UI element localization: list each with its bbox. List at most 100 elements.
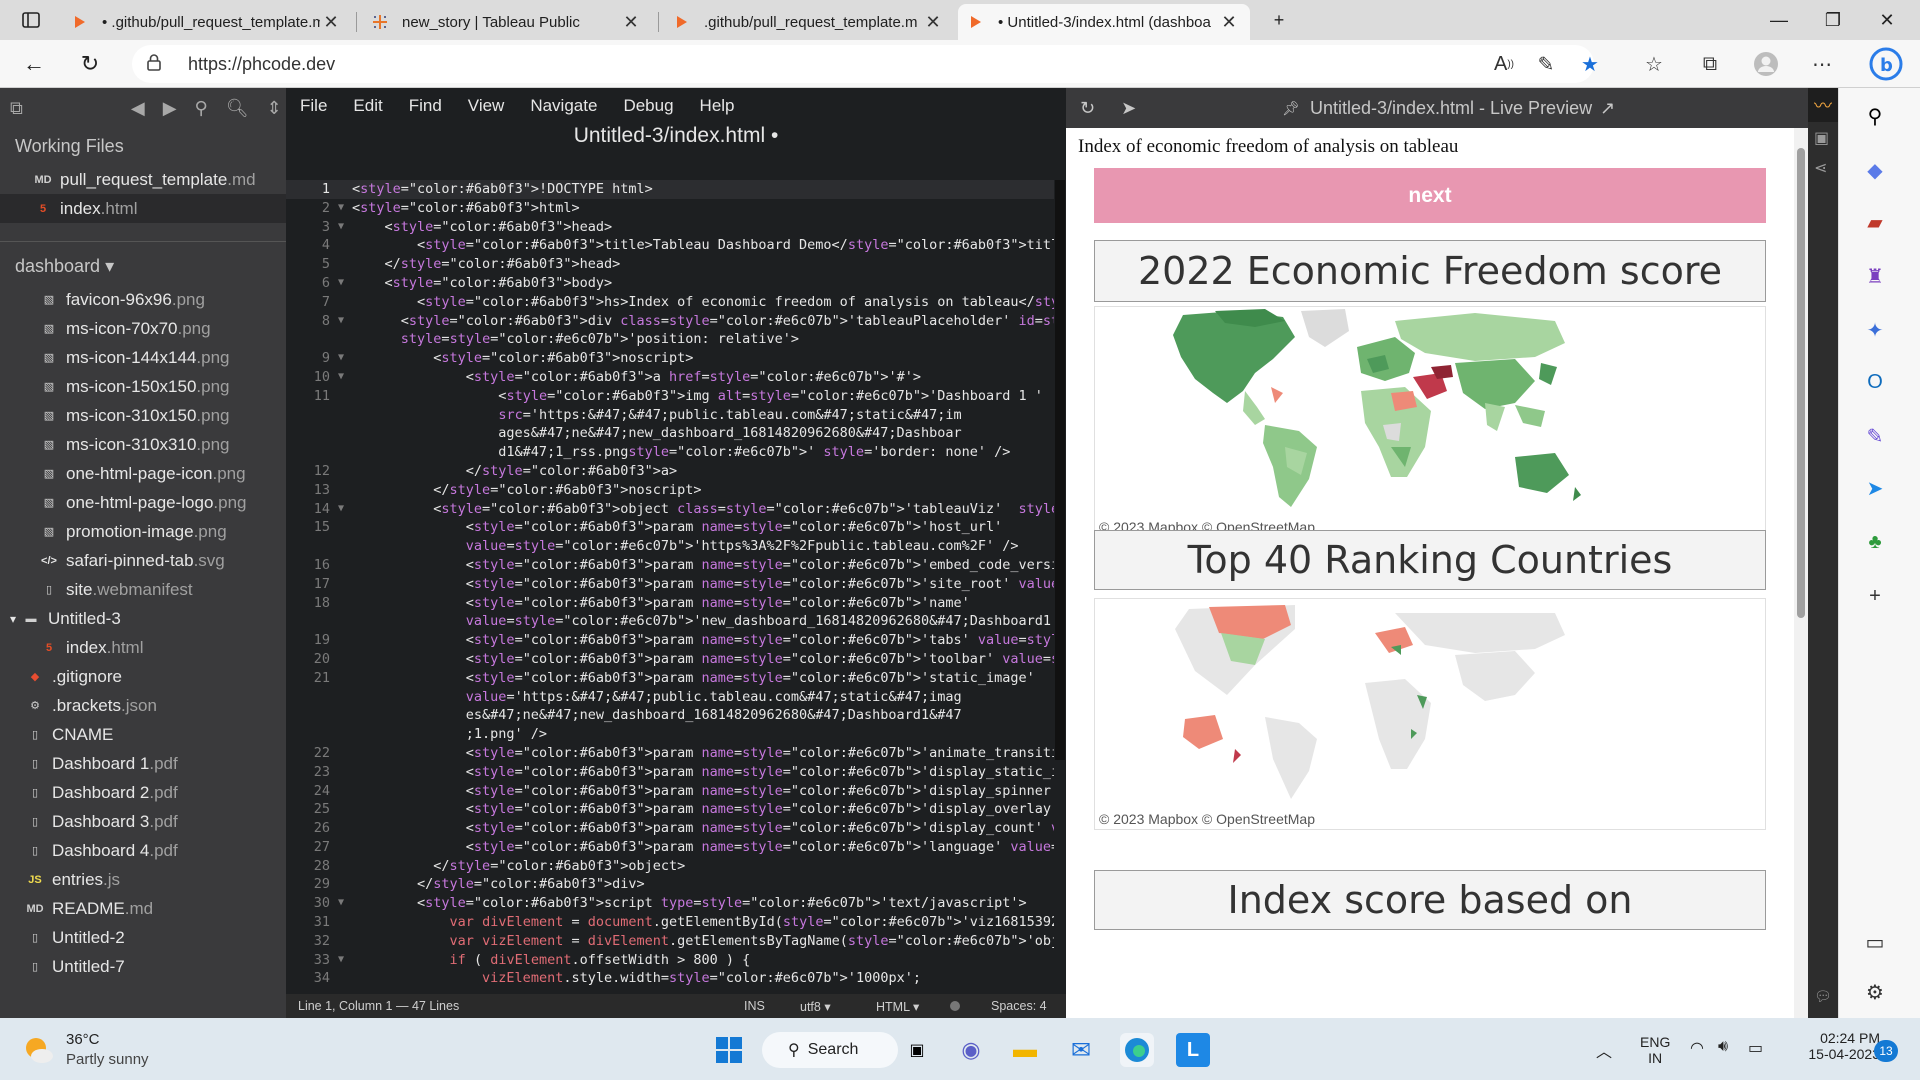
file-item[interactable]: ▯ Untitled-7 bbox=[0, 952, 286, 981]
code-line[interactable]: value=style="color:#e6c07b">'https%3A%2F… bbox=[286, 537, 1054, 556]
profile-avatar-icon[interactable] bbox=[1750, 48, 1782, 80]
file-item[interactable]: 5 index .html bbox=[0, 194, 286, 223]
file-item[interactable]: MD pull_request_template .md bbox=[0, 165, 286, 194]
code-line[interactable]: 25 <style="color:#6ab0f3">param name=sty… bbox=[286, 800, 1054, 819]
code-line[interactable]: 33 ▼ if ( divElement.offsetWidth > 800 ) … bbox=[286, 951, 1054, 970]
edge-tag-icon[interactable]: ◆ bbox=[1861, 156, 1889, 184]
new-tab-icon[interactable]: + bbox=[1252, 0, 1306, 40]
code-line[interactable]: 3 ▼ <style="color:#6ab0f3">head> bbox=[286, 218, 1054, 237]
file-item[interactable]: ▯ CNAME bbox=[0, 720, 286, 749]
menu-file[interactable]: File bbox=[300, 96, 327, 116]
preview-scrollbar[interactable] bbox=[1794, 128, 1808, 1018]
file-item[interactable]: 5 index .html bbox=[0, 633, 286, 662]
code-line[interactable]: 20 <style="color:#6ab0f3">param name=sty… bbox=[286, 650, 1054, 669]
file-item[interactable]: ⚙ .brackets .json bbox=[0, 691, 286, 720]
restore-icon[interactable]: ❐ bbox=[1806, 0, 1860, 40]
code-line[interactable]: 1 <style="color:#6ab0f3">!DOCTYPE html> bbox=[286, 180, 1054, 199]
code-line[interactable]: 27 <style="color:#6ab0f3">param name=sty… bbox=[286, 838, 1054, 857]
more-options-icon[interactable]: ⋯ bbox=[1806, 48, 1838, 80]
favorites-icon[interactable]: ☆ bbox=[1638, 48, 1670, 80]
code-line[interactable]: 5 </style="color:#6ab0f3">head> bbox=[286, 255, 1054, 274]
app-l-icon[interactable]: L bbox=[1176, 1033, 1210, 1067]
file-item[interactable]: JS entries .js bbox=[0, 865, 286, 894]
reload-preview-icon[interactable]: ↻ bbox=[1080, 98, 1095, 119]
edge-send-icon[interactable]: ➤ bbox=[1861, 474, 1889, 502]
open-folder-icon[interactable]: ⧉ bbox=[10, 98, 23, 119]
code-line[interactable]: src='https:&#47;&#47;public.tableau.com&… bbox=[286, 406, 1054, 425]
file-item[interactable]: ▾ ▬ Untitled-3 bbox=[0, 604, 286, 633]
edge-outlook-icon[interactable]: O bbox=[1861, 368, 1889, 396]
file-item[interactable]: ▯ Dashboard 3 .pdf bbox=[0, 807, 286, 836]
close-tab-icon[interactable]: ✕ bbox=[320, 12, 342, 33]
fold-toggle-icon[interactable]: ▼ bbox=[338, 894, 352, 913]
file-item[interactable]: ▧ one-html-page-icon .png bbox=[0, 459, 286, 488]
code-line[interactable]: 24 <style="color:#6ab0f3">param name=sty… bbox=[286, 782, 1054, 801]
code-line[interactable]: 4 <style="color:#6ab0f3">title>Tableau D… bbox=[286, 236, 1054, 255]
file-item[interactable]: ▧ one-html-page-logo .png bbox=[0, 488, 286, 517]
code-line[interactable]: 13 </style="color:#6ab0f3">noscript> bbox=[286, 481, 1054, 500]
code-line[interactable]: 16 <style="color:#6ab0f3">param name=sty… bbox=[286, 556, 1054, 575]
file-item[interactable]: ▧ promotion-image .png bbox=[0, 517, 286, 546]
code-line[interactable]: 9 ▼ <style="color:#6ab0f3">noscript> bbox=[286, 349, 1054, 368]
code-line[interactable]: ages&#47;ne&#47;new_dashboard_1681482096… bbox=[286, 424, 1054, 443]
code-line[interactable]: 2 ▼ <style="color:#6ab0f3">html> bbox=[286, 199, 1054, 218]
favorite-star-icon[interactable]: ★ bbox=[1574, 48, 1606, 80]
minimize-icon[interactable]: — bbox=[1752, 0, 1806, 40]
notification-badge[interactable]: 13 bbox=[1874, 1040, 1898, 1062]
url-field[interactable]: https://phcode.dev bbox=[132, 45, 1594, 83]
menu-debug[interactable]: Debug bbox=[623, 96, 673, 116]
close-window-icon[interactable]: ✕ bbox=[1860, 0, 1914, 40]
lint-status-icon[interactable] bbox=[950, 1001, 960, 1011]
open-external-icon[interactable]: ↗ bbox=[1600, 98, 1615, 119]
editor-scrollbar[interactable] bbox=[1054, 180, 1066, 994]
encoding-select[interactable]: utf8 ▾ bbox=[800, 999, 831, 1014]
menu-navigate[interactable]: Navigate bbox=[530, 96, 597, 116]
file-item[interactable]: ▯ Dashboard 1 .pdf bbox=[0, 749, 286, 778]
code-line[interactable]: d1&#47;1_rss.pngstyle="color:#e6c07b">' … bbox=[286, 443, 1054, 462]
code-line[interactable]: 31 var divElement = document.getElementB… bbox=[286, 913, 1054, 932]
code-line[interactable]: 26 <style="color:#6ab0f3">param name=sty… bbox=[286, 819, 1054, 838]
edge-settings-icon[interactable]: ⚙ bbox=[1861, 978, 1889, 1006]
edge-designer-icon[interactable]: ✎ bbox=[1861, 422, 1889, 450]
task-view-icon[interactable]: ▣ bbox=[900, 1033, 934, 1067]
split-view-icon[interactable]: ⇕ bbox=[267, 98, 282, 119]
file-item[interactable]: ▧ ms-icon-310x310 .png bbox=[0, 430, 286, 459]
menu-help[interactable]: Help bbox=[700, 96, 735, 116]
code-line[interactable]: 17 <style="color:#6ab0f3">param name=sty… bbox=[286, 575, 1054, 594]
menu-edit[interactable]: Edit bbox=[353, 96, 382, 116]
code-line[interactable]: 14 ▼ <style="color:#6ab0f3">object class=… bbox=[286, 500, 1054, 519]
file-item[interactable]: ◆ .gitignore bbox=[0, 662, 286, 691]
edge-tree-icon[interactable]: ♣ bbox=[1861, 528, 1889, 556]
back-icon[interactable]: ← bbox=[16, 46, 52, 82]
fold-toggle-icon[interactable]: ▼ bbox=[338, 312, 352, 331]
file-item[interactable]: ▧ ms-icon-70x70 .png bbox=[0, 314, 286, 343]
economic-freedom-map[interactable]: © 2023 Mapbox © OpenStreetMap bbox=[1094, 306, 1766, 538]
code-line[interactable]: 32 var vizElement = divElement.getElemen… bbox=[286, 932, 1054, 951]
live-preview-toggle-icon[interactable]: 〰 bbox=[1808, 88, 1838, 122]
fold-toggle-icon[interactable]: ▼ bbox=[338, 199, 352, 218]
feedback-icon[interactable]: 💬︎ bbox=[1814, 988, 1832, 1005]
fold-toggle-icon[interactable]: ▼ bbox=[338, 500, 352, 519]
windows-start-icon[interactable] bbox=[712, 1033, 746, 1067]
code-line[interactable]: value='https:&#47;&#47;public.tableau.co… bbox=[286, 688, 1054, 707]
code-line[interactable]: 12 </style="color:#6ab0f3">a> bbox=[286, 462, 1054, 481]
indent-setting[interactable]: Spaces: 4 bbox=[991, 999, 1047, 1013]
menu-view[interactable]: View bbox=[468, 96, 505, 116]
file-item[interactable]: ▯ Dashboard 2 .pdf bbox=[0, 778, 286, 807]
browser-tab[interactable]: new_story | Tableau Public ✕ bbox=[362, 4, 652, 40]
close-tab-icon[interactable]: ✕ bbox=[620, 12, 642, 33]
browser-tab-active[interactable]: • Untitled-3/index.html (dashboa ✕ bbox=[958, 4, 1250, 40]
tab-actions-icon[interactable] bbox=[6, 0, 56, 40]
browser-tab[interactable]: .github/pull_request_template.m ✕ bbox=[664, 4, 954, 40]
teams-chat-icon[interactable]: ◉ bbox=[954, 1033, 988, 1067]
file-item[interactable]: ▯ Untitled-2 bbox=[0, 923, 286, 952]
code-line[interactable]: style=style="color:#e6c07b">'position: r… bbox=[286, 330, 1054, 349]
fold-toggle-icon[interactable]: ▼ bbox=[338, 349, 352, 368]
code-line[interactable]: 7 <style="color:#6ab0f3">hs>Index of eco… bbox=[286, 293, 1054, 312]
file-explorer-icon[interactable]: ▬ bbox=[1008, 1033, 1042, 1067]
code-area[interactable]: 1 <style="color:#6ab0f3">!DOCTYPE html> 2 ▼… bbox=[286, 180, 1054, 998]
code-line[interactable]: 8 ▼ <style="color:#6ab0f3">div class=styl… bbox=[286, 312, 1054, 331]
file-item[interactable]: ▧ favicon-96x96 .png bbox=[0, 285, 286, 314]
edge-toolbox-icon[interactable]: ▰ bbox=[1861, 208, 1889, 236]
back-nav-icon[interactable]: ◀ bbox=[131, 98, 145, 119]
